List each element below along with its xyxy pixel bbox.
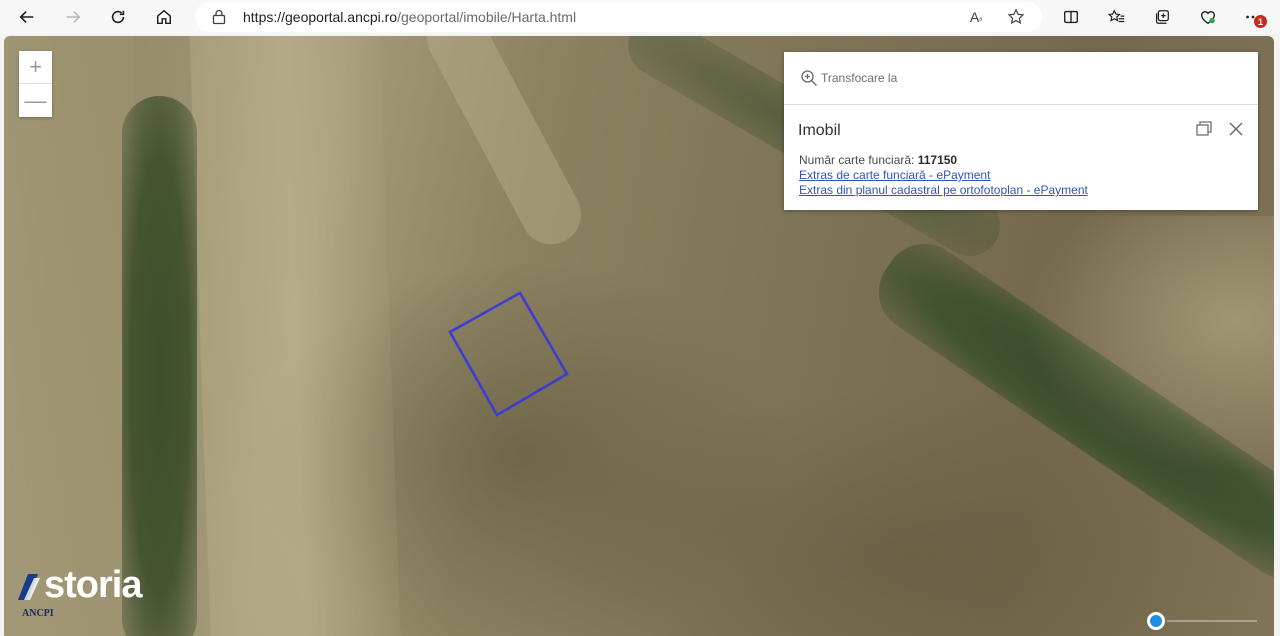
map-view[interactable]: + — Imobil Număr carte funciară: 117150 … bbox=[4, 36, 1274, 636]
ancpi-emblem-icon bbox=[18, 574, 40, 600]
collections-icon[interactable] bbox=[1148, 3, 1176, 31]
url-text[interactable]: https://geoportal.ancpi.ro/geoportal/imo… bbox=[243, 9, 576, 25]
lock-icon[interactable] bbox=[212, 9, 226, 25]
address-bar[interactable]: https://geoportal.ancpi.ro/geoportal/imo… bbox=[195, 2, 1042, 32]
forward-icon[interactable] bbox=[59, 3, 87, 31]
url-host: https://geoportal.ancpi.ro bbox=[243, 9, 398, 25]
favorite-star-icon[interactable] bbox=[1006, 7, 1026, 27]
cf-row: Număr carte funciară: 117150 bbox=[799, 153, 1088, 168]
extras-cf-link[interactable]: Extras de carte funciară - ePayment bbox=[799, 168, 1088, 183]
split-screen-icon[interactable] bbox=[1057, 3, 1085, 31]
close-icon[interactable] bbox=[1227, 120, 1245, 138]
extras-plan-link[interactable]: Extras din planul cadastral pe ortofotop… bbox=[799, 183, 1088, 198]
info-panel: Imobil Număr carte funciară: 117150 Extr… bbox=[784, 52, 1258, 210]
zoom-out-button[interactable]: — bbox=[19, 84, 52, 117]
zoom-in-button[interactable]: + bbox=[19, 51, 52, 84]
notification-badge: 1 bbox=[1254, 15, 1267, 28]
browser-toolbar: https://geoportal.ancpi.ro/geoportal/imo… bbox=[0, 0, 1280, 34]
popup-title: Imobil bbox=[798, 122, 841, 139]
read-aloud-icon[interactable]: Aₐ bbox=[966, 7, 986, 27]
dock-icon[interactable] bbox=[1195, 120, 1213, 138]
location-dot[interactable] bbox=[1147, 612, 1165, 630]
search-input[interactable] bbox=[821, 68, 1221, 88]
refresh-icon[interactable] bbox=[104, 3, 132, 31]
search-row bbox=[784, 52, 1258, 105]
parcel-polygon[interactable] bbox=[448, 291, 569, 417]
cf-label: Număr carte funciară: bbox=[799, 153, 918, 167]
home-icon[interactable] bbox=[150, 3, 178, 31]
cf-number: 117150 bbox=[917, 153, 958, 167]
zoom-controls: + — bbox=[19, 51, 52, 117]
favorites-list-icon[interactable] bbox=[1103, 3, 1131, 31]
browser-essentials-icon[interactable] bbox=[1194, 3, 1222, 31]
logo-brand: storia bbox=[44, 564, 142, 606]
popup-body: Număr carte funciară: 117150 Extras de c… bbox=[799, 153, 1088, 198]
search-icon bbox=[800, 69, 818, 87]
scale-line bbox=[1167, 620, 1257, 622]
back-icon[interactable] bbox=[13, 3, 41, 31]
url-path: /geoportal/imobile/Harta.html bbox=[397, 9, 577, 25]
ancpi-label: ANCPI bbox=[22, 608, 54, 619]
